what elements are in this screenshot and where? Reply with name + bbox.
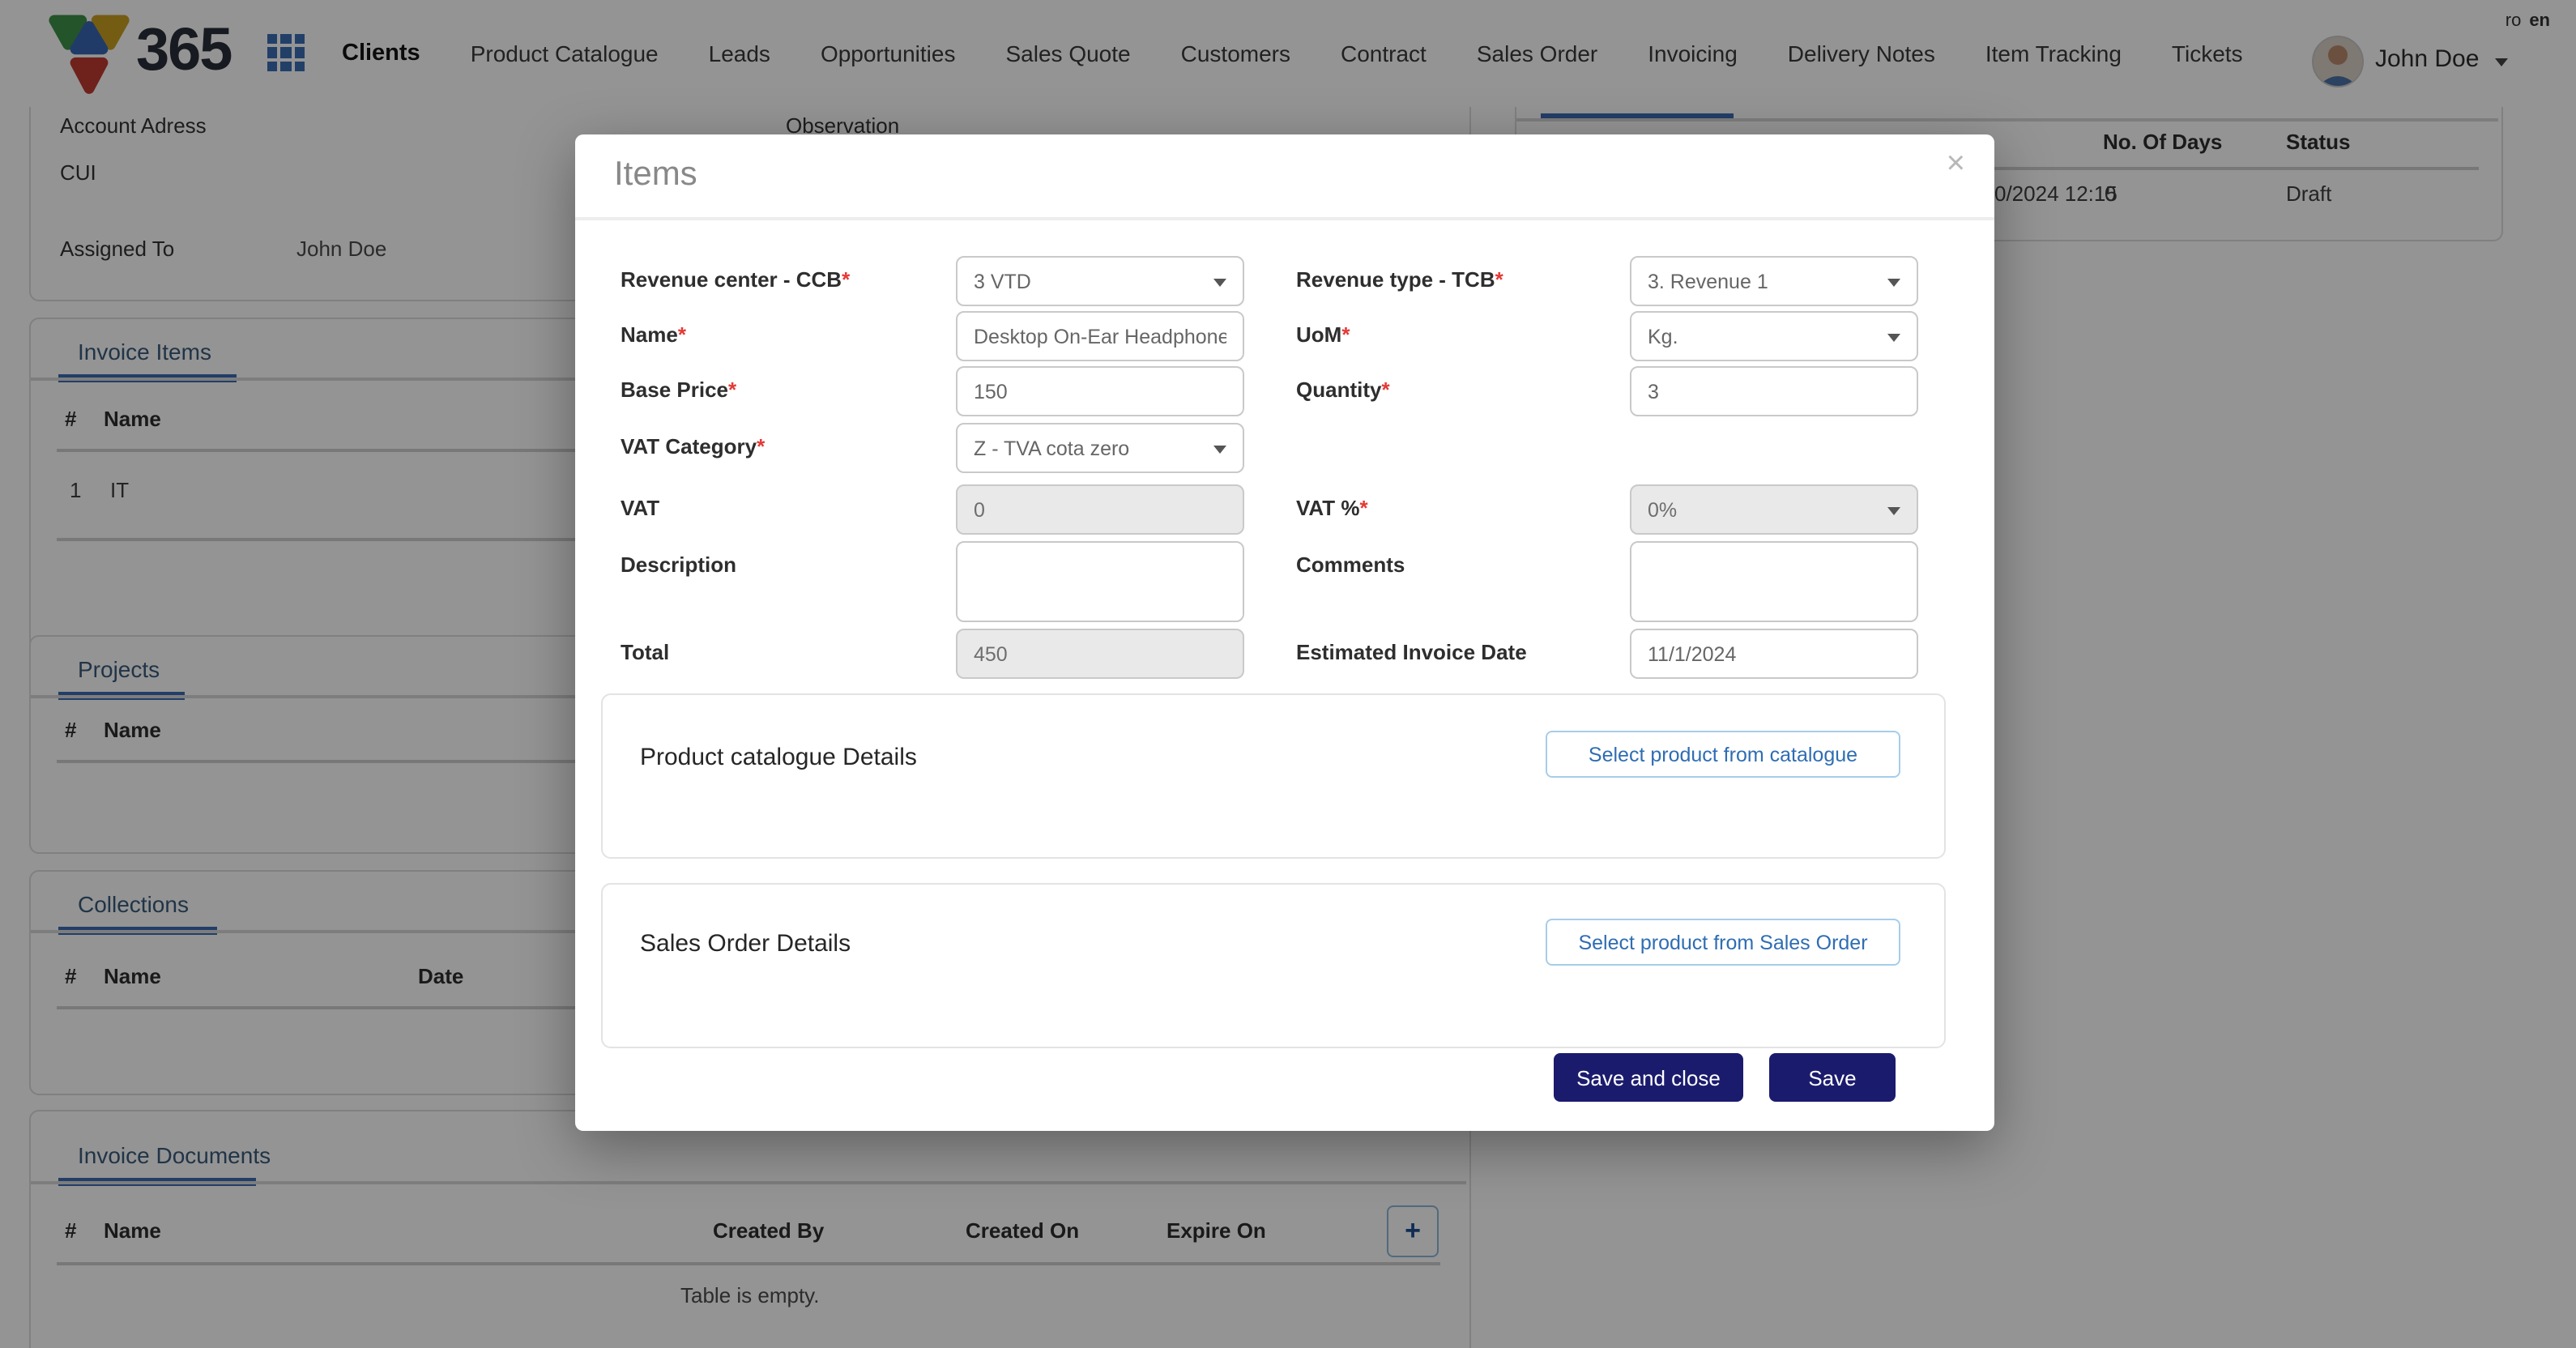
select-product-from-sales-order-button[interactable]: Select product from Sales Order bbox=[1546, 919, 1900, 966]
save-and-close-button[interactable]: Save and close bbox=[1554, 1053, 1743, 1102]
quantity-input[interactable] bbox=[1630, 366, 1918, 416]
revenue-center-label: Revenue center - CCB* bbox=[621, 267, 850, 292]
quantity-label: Quantity* bbox=[1296, 378, 1390, 402]
estimated-invoice-date-input[interactable] bbox=[1630, 629, 1918, 679]
select-product-from-catalogue-button[interactable]: Select product from catalogue bbox=[1546, 731, 1900, 778]
product-catalogue-section: Product catalogue Details Select product… bbox=[601, 693, 1946, 859]
required-marker: * bbox=[842, 267, 850, 292]
description-label: Description bbox=[621, 552, 736, 577]
product-catalogue-heading: Product catalogue Details bbox=[640, 744, 917, 771]
name-input[interactable] bbox=[956, 311, 1244, 361]
uom-select[interactable]: Kg. bbox=[1630, 311, 1918, 361]
total-label: Total bbox=[621, 640, 669, 664]
vat-percent-label: VAT %* bbox=[1296, 496, 1368, 520]
required-marker: * bbox=[1360, 496, 1368, 520]
vat-percent-select-disabled: 0% bbox=[1630, 484, 1918, 535]
app-root: Account Adress CUI Assigned To John Doe … bbox=[0, 0, 2576, 1348]
vat-category-label: VAT Category* bbox=[621, 434, 765, 459]
vat-input-disabled: 0 bbox=[956, 484, 1244, 535]
save-button[interactable]: Save bbox=[1769, 1053, 1896, 1102]
divider bbox=[575, 217, 1994, 220]
vat-label: VAT bbox=[621, 496, 659, 520]
name-label: Name* bbox=[621, 322, 686, 347]
modal-title: Items bbox=[614, 156, 697, 194]
required-marker: * bbox=[678, 322, 686, 347]
sales-order-section: Sales Order Details Select product from … bbox=[601, 883, 1946, 1048]
required-marker: * bbox=[1341, 322, 1350, 347]
total-input-disabled: 450 bbox=[956, 629, 1244, 679]
revenue-type-select[interactable]: 3. Revenue 1 bbox=[1630, 256, 1918, 306]
revenue-center-select[interactable]: 3 VTD bbox=[956, 256, 1244, 306]
required-marker: * bbox=[1381, 378, 1389, 402]
revenue-type-label: Revenue type - TCB* bbox=[1296, 267, 1503, 292]
estimated-invoice-date-label: Estimated Invoice Date bbox=[1296, 640, 1527, 664]
required-marker: * bbox=[1495, 267, 1503, 292]
base-price-input[interactable] bbox=[956, 366, 1244, 416]
close-icon[interactable]: × bbox=[1947, 147, 1965, 180]
description-textarea[interactable] bbox=[956, 541, 1244, 622]
comments-label: Comments bbox=[1296, 552, 1405, 577]
sales-order-heading: Sales Order Details bbox=[640, 930, 851, 958]
items-modal: Items × Revenue center - CCB* 3 VTD Reve… bbox=[575, 134, 1994, 1131]
base-price-label: Base Price* bbox=[621, 378, 736, 402]
vat-category-select[interactable]: Z - TVA cota zero bbox=[956, 423, 1244, 473]
required-marker: * bbox=[728, 378, 736, 402]
required-marker: * bbox=[757, 434, 765, 459]
comments-textarea[interactable] bbox=[1630, 541, 1918, 622]
uom-label: UoM* bbox=[1296, 322, 1350, 347]
